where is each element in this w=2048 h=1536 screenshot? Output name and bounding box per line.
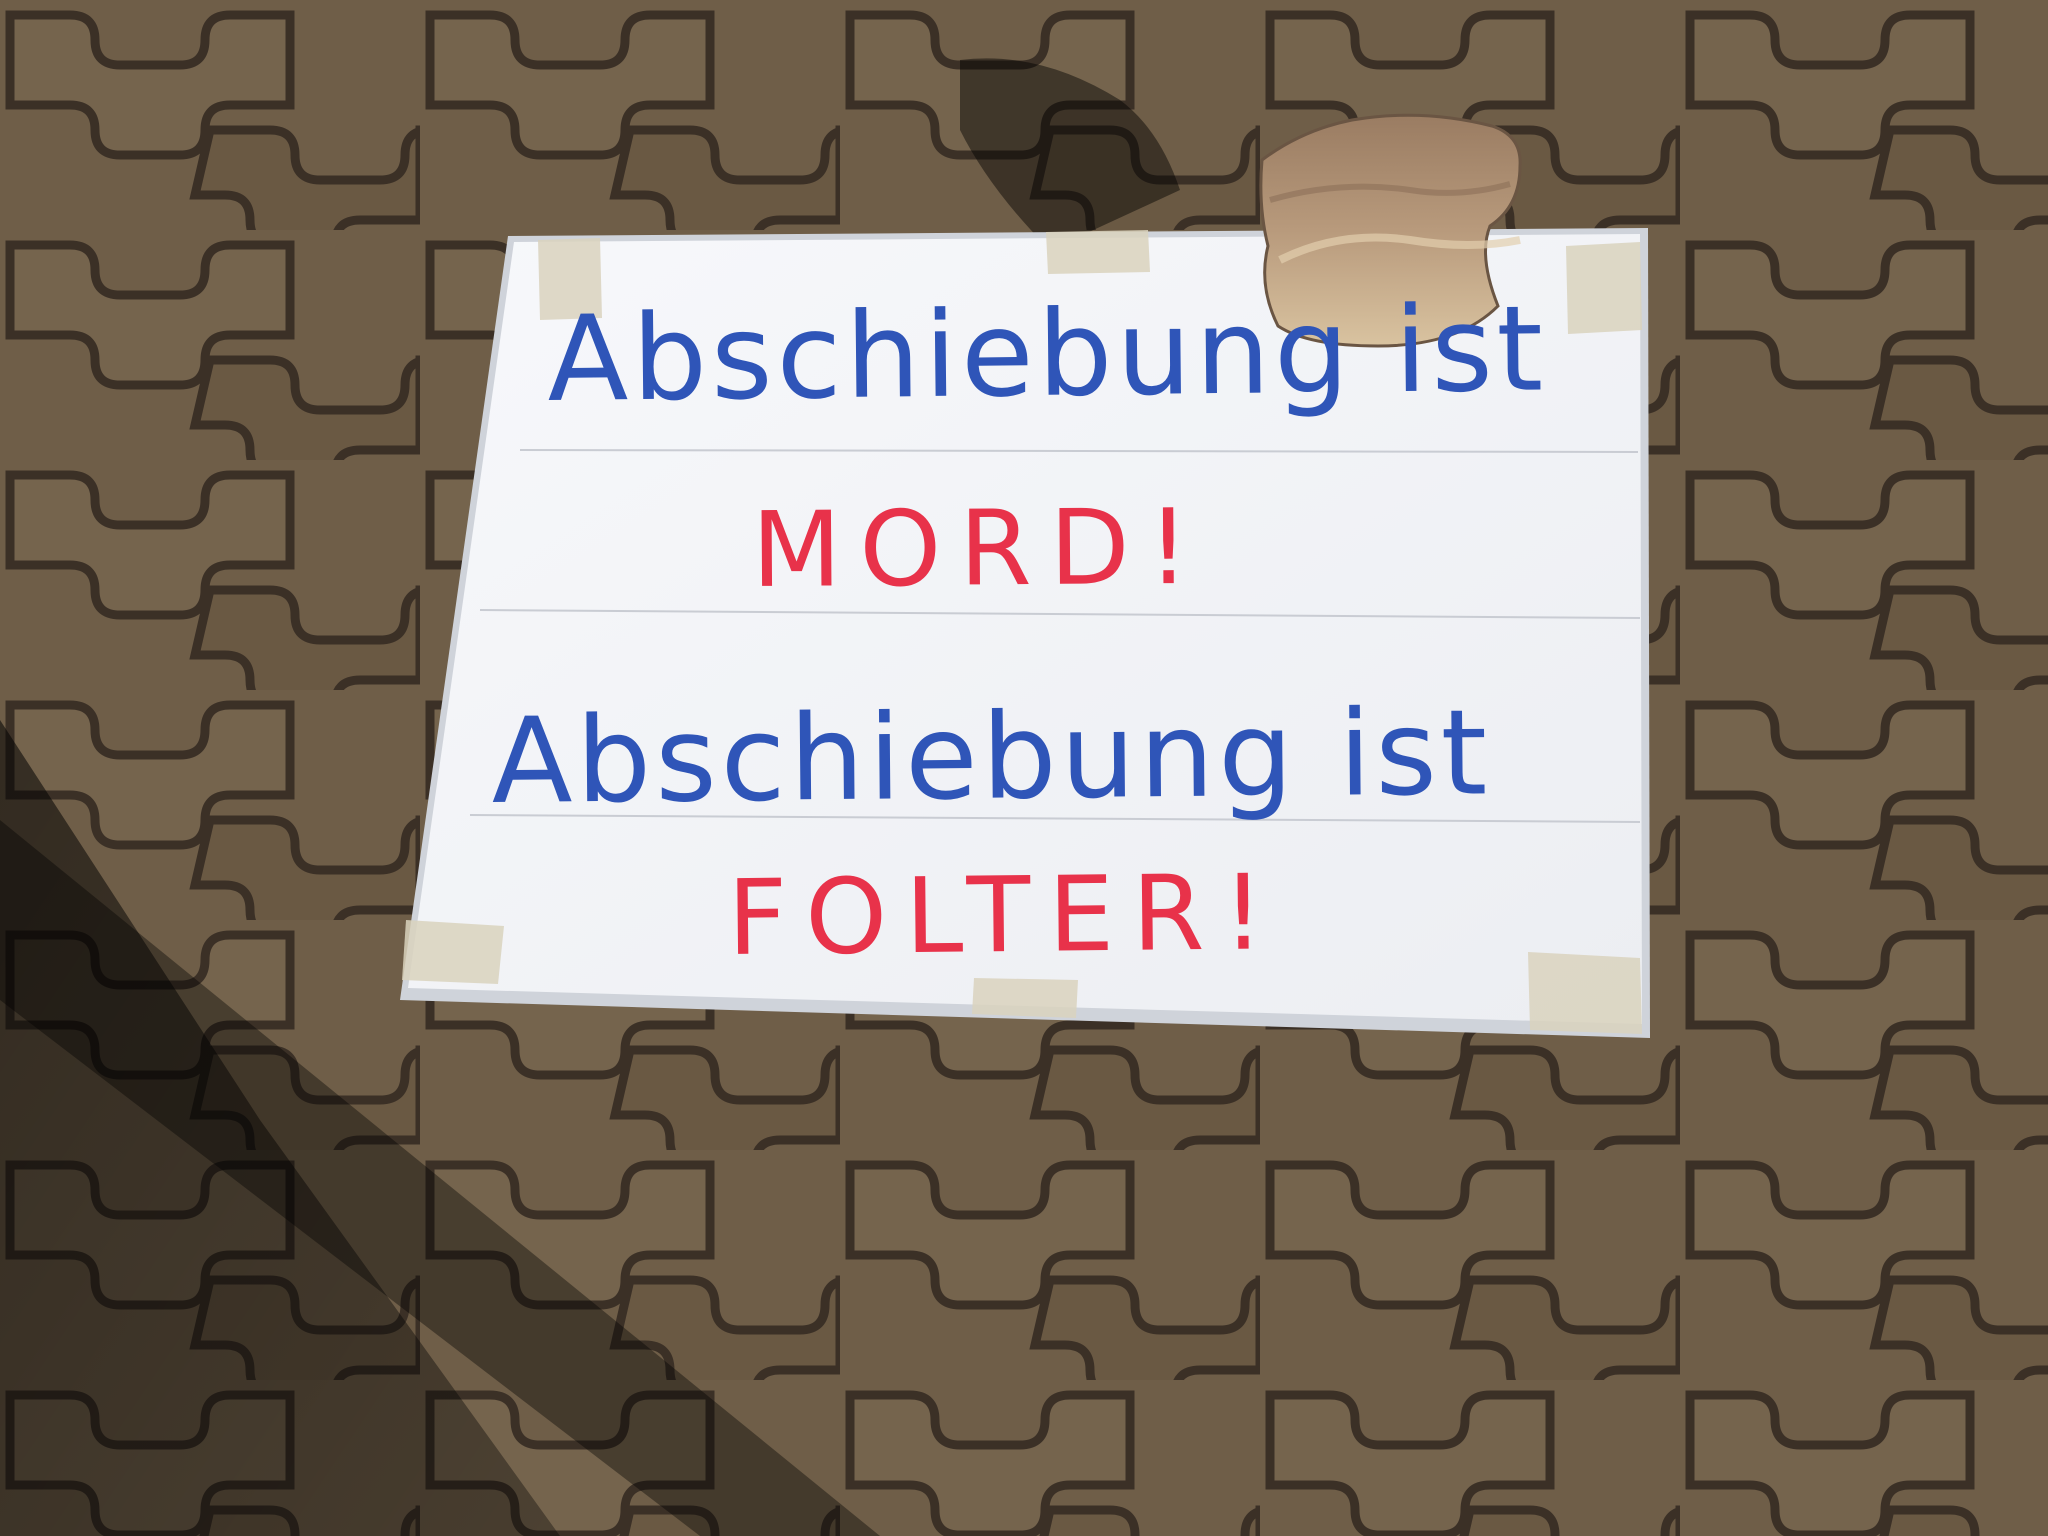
tape-bottom-middle — [972, 978, 1078, 1018]
tape-top-right — [1566, 242, 1642, 334]
tape-bottom-left — [402, 920, 504, 984]
tape-top-middle — [1046, 230, 1150, 274]
sign-line-1: Abschiebung ist — [546, 279, 1548, 428]
photo-scene: Abschiebung ist MORD! Abschiebung ist FO… — [0, 0, 2048, 1536]
sign-line-2: MORD! — [751, 485, 1208, 611]
sign-line-4: FOLTER! — [726, 851, 1283, 979]
sign-line-3: Abschiebung ist — [490, 683, 1492, 830]
tape-bottom-right — [1528, 952, 1642, 1034]
